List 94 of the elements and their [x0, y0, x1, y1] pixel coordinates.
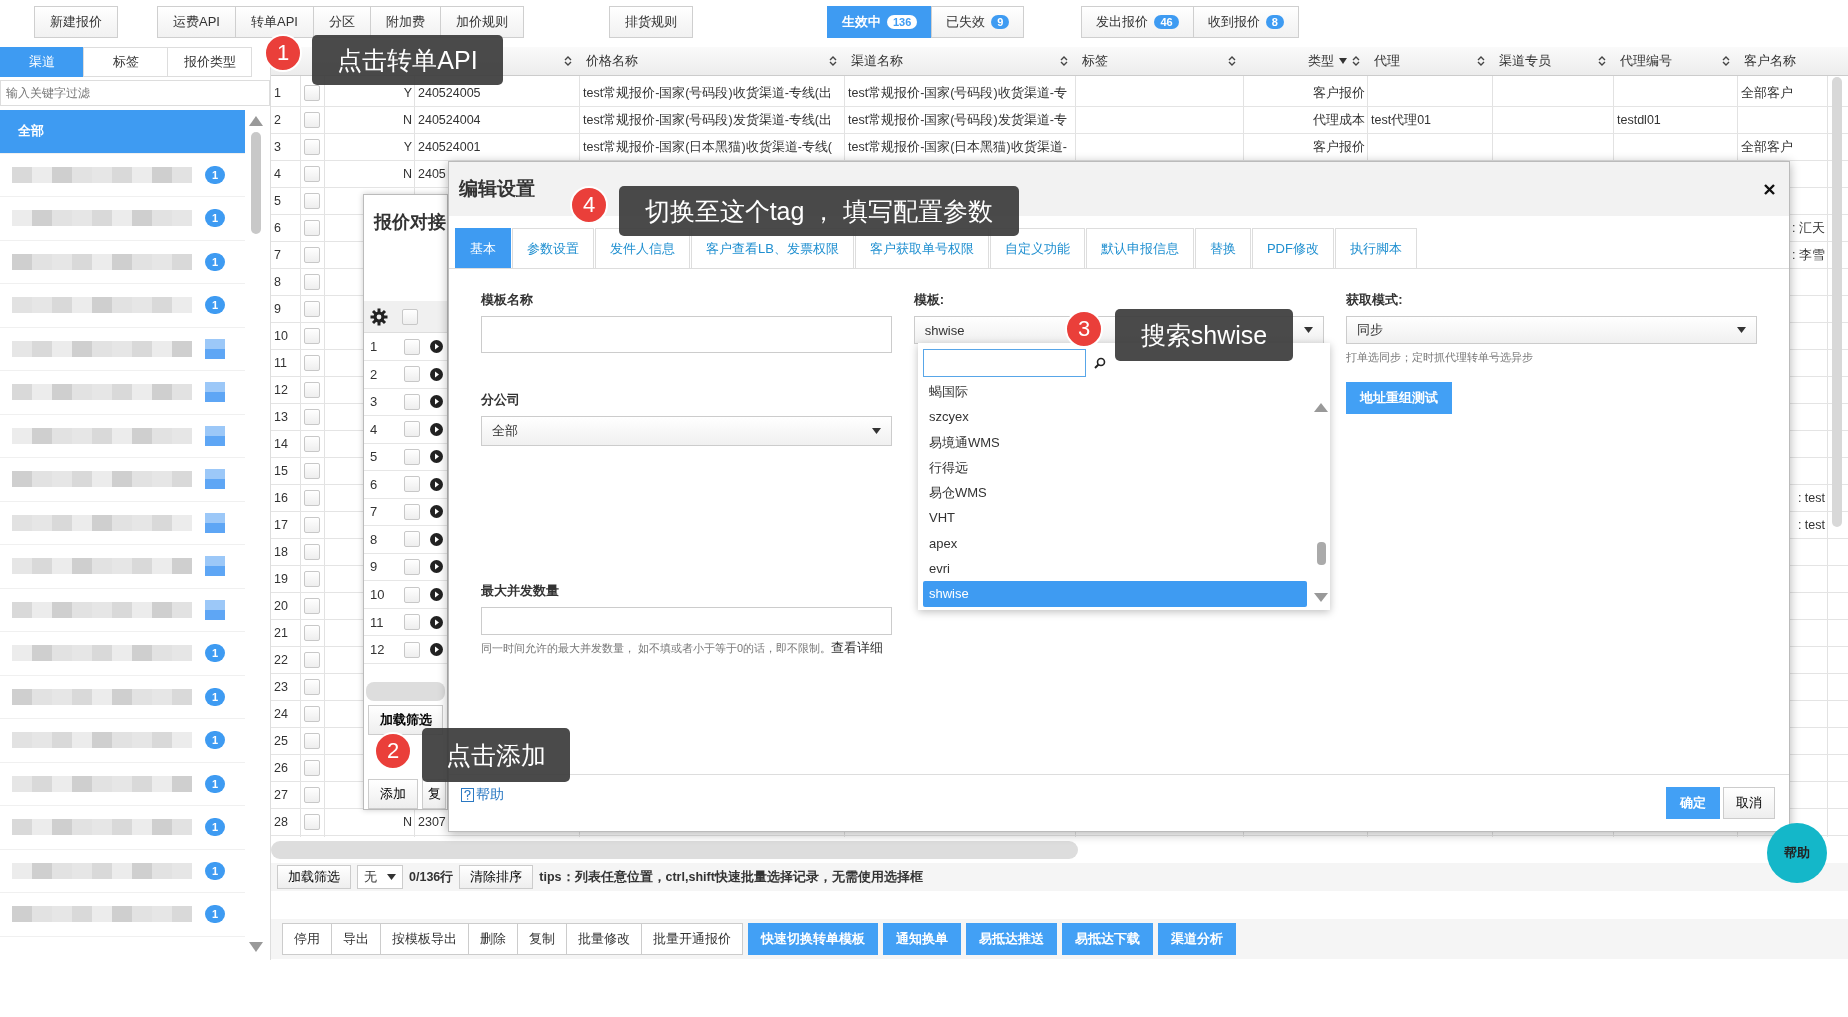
table-cell: test常规报价-国家(号码段)发货渠道-专 — [848, 111, 1067, 129]
table-cell: test常规报价-国家(日本黑猫)收货渠道-专线( — [583, 138, 832, 156]
row-number: 14 — [274, 437, 288, 451]
count-badge: 1 — [205, 644, 225, 663]
row-number: 8 — [274, 275, 281, 289]
field-label: 最大并发数量 — [481, 582, 560, 600]
table-cell: : test — [1797, 518, 1825, 532]
count-badge: 1 — [205, 905, 225, 924]
step-tooltip: 切换至这个tag ， 填写配置参数 — [619, 186, 1019, 236]
row-number: 5 — [274, 194, 281, 208]
row-number: 28 — [274, 815, 288, 829]
table-cell: : 汇天 — [1792, 219, 1825, 237]
field-label: 分公司 — [481, 391, 521, 409]
table-cell: 全部客户 — [1741, 138, 1793, 156]
row-number: 24 — [274, 707, 288, 721]
table-cell: test代理01 — [1371, 111, 1432, 129]
count-badge: 1 — [205, 296, 225, 315]
table-cell: 240524005 — [418, 86, 481, 100]
row-number: 7 — [274, 248, 281, 262]
count-badge: 1 — [205, 861, 225, 880]
table-cell: test常规报价-国家(号码段)发货渠道-专线(出 — [583, 111, 832, 129]
step-tooltip: 点击转单API — [312, 35, 503, 85]
row-number: 2 — [370, 366, 379, 382]
row-number: 3 — [370, 394, 379, 410]
table-cell: test常规报价-国家(号码段)收货渠道-专线(出 — [583, 84, 832, 102]
table-cell: 2307 — [418, 815, 446, 829]
table-cell: test常规报价-国家(日本黑猫)收货渠道- — [848, 138, 1067, 156]
table-cell: 240524004 — [418, 113, 481, 127]
table-cell: testdl01 — [1617, 113, 1661, 127]
row-number: 16 — [274, 491, 288, 505]
step-tooltip: 点击添加 — [422, 728, 570, 782]
table-cell: 全部客户 — [1741, 84, 1793, 102]
table-cell: Y — [403, 140, 412, 154]
row-number: 22 — [274, 653, 288, 667]
row-number: 27 — [274, 788, 288, 802]
row-number: 7 — [370, 504, 379, 520]
count-badge: 1 — [205, 165, 225, 184]
dialog-title: 编辑设置 — [459, 177, 535, 201]
table-cell: 240524001 — [418, 140, 481, 154]
count-badge: 1 — [205, 687, 225, 706]
table-cell: N — [402, 815, 412, 829]
row-number: 2 — [274, 113, 281, 127]
field-label: 获取模式: — [1346, 291, 1404, 309]
row-number: 1 — [274, 86, 281, 100]
row-number: 8 — [370, 531, 379, 547]
count-badge: 1 — [205, 731, 225, 750]
hint-text: 同一时间允许的最大并发数量， 如不填或者小于等于0的话，即不限制。查看详细 — [481, 639, 885, 657]
row-number: 9 — [370, 559, 379, 575]
table-cell: 客户报价 — [1313, 138, 1365, 156]
tips-text: tips：列表任意位置，ctrl,shift快速批量选择记录，无需使用选择框 — [539, 868, 923, 886]
field-label: 模板名称 — [481, 291, 534, 309]
count-badge: 1 — [205, 818, 225, 837]
row-number: 4 — [274, 167, 281, 181]
row-number: 11 — [274, 356, 287, 370]
row-number: 10 — [370, 587, 386, 602]
count-badge: 1 — [205, 252, 225, 271]
step-number: 1 — [264, 34, 302, 72]
row-number: 23 — [274, 680, 288, 694]
table-cell: : test — [1797, 491, 1825, 505]
row-number: 25 — [274, 734, 288, 748]
row-number: 6 — [274, 221, 281, 235]
row-number: 9 — [274, 302, 281, 316]
table-cell: N — [402, 113, 412, 127]
row-number: 6 — [370, 476, 379, 492]
dialog-title: 报价对接 — [374, 211, 447, 234]
count-badge: 1 — [205, 209, 225, 228]
row-number: 17 — [274, 518, 288, 532]
row-number: 18 — [274, 545, 288, 559]
field-label: 模板: — [913, 291, 945, 309]
table-cell: : 李雪 — [1792, 246, 1825, 264]
table-cell: 2405 — [418, 167, 446, 181]
row-number: 11 — [370, 614, 385, 630]
row-number: 3 — [274, 140, 281, 154]
count-badge: 1 — [205, 774, 225, 793]
table-cell: 代理成本 — [1313, 111, 1365, 129]
table-cell: Y — [403, 86, 412, 100]
table-cell: test常规报价-国家(号码段)收货渠道-专 — [848, 84, 1067, 102]
row-number: 1 — [370, 339, 379, 355]
row-count: 0/136行 — [409, 868, 454, 886]
row-number: 10 — [274, 329, 288, 343]
row-number: 4 — [370, 421, 379, 437]
row-number: 5 — [370, 449, 379, 465]
row-number: 26 — [274, 761, 288, 775]
row-number: 12 — [274, 383, 288, 397]
row-number: 15 — [274, 464, 288, 478]
step-tooltip: 搜索shwise — [1115, 309, 1293, 361]
row-number: 20 — [274, 599, 288, 613]
hint-text: 打单选同步；定时抓代理转单号选异步 — [1346, 350, 1535, 365]
row-number: 19 — [274, 572, 288, 586]
table-cell: N — [402, 167, 412, 181]
table-cell: 客户报价 — [1313, 84, 1365, 102]
row-number: 21 — [274, 626, 288, 640]
row-number: 13 — [274, 410, 288, 424]
row-number: 12 — [370, 642, 386, 658]
